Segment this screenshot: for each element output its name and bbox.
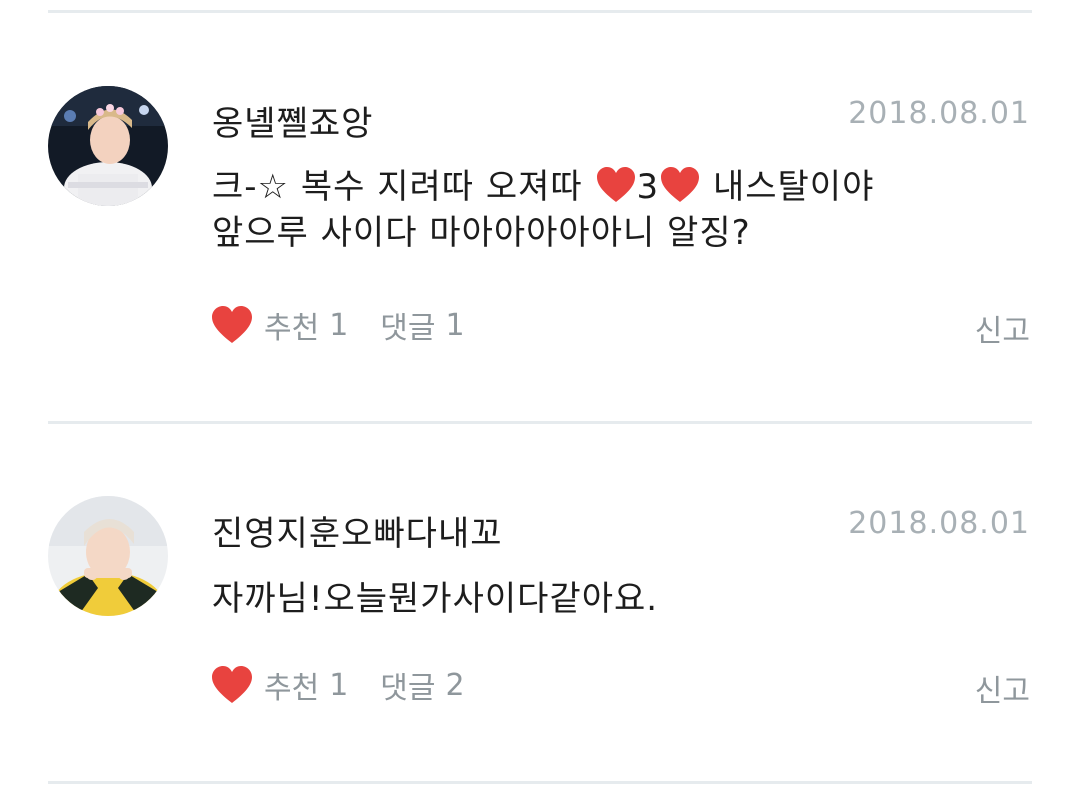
comment-body: 크-☆ 복수 지려따 오져따 3 내스탈이야 앞으루 사이다 마아아아아아니 알… [212, 164, 992, 256]
reply-label[interactable]: 댓글 [380, 303, 435, 347]
like-label[interactable]: 추천 [264, 663, 319, 707]
reply-label[interactable]: 댓글 [380, 663, 435, 707]
comment-author[interactable]: 옹녤쪨죠앙 [212, 96, 373, 145]
like-label[interactable]: 추천 [264, 303, 319, 347]
comment-body-line-1: 자까님!오늘뭔가사이다같아요. [212, 579, 659, 619]
heart-icon[interactable] [210, 665, 254, 705]
report-button[interactable]: 신고 [975, 306, 1030, 350]
avatar[interactable] [48, 86, 168, 206]
comment-author[interactable]: 진영지훈오빠다내꼬 [212, 506, 503, 555]
red-heart-icon [596, 167, 635, 202]
heart-icon[interactable] [210, 305, 254, 345]
avatar[interactable] [48, 496, 168, 616]
like-count: 1 [329, 307, 349, 343]
divider-bottom [48, 781, 1032, 784]
comment-body-line-1: 크-☆ 복수 지려따 오져따 3 내스탈이야 [212, 164, 992, 210]
comment-date: 2018.08.01 [848, 506, 1030, 541]
comment-body-text-a: 크-☆ 복수 지려따 오져따 [212, 167, 595, 207]
reply-count: 1 [445, 307, 465, 343]
comment-body-text-c: 내스탈이야 [701, 167, 875, 207]
comment-body-text-b: 3 [636, 167, 660, 207]
comment-actions: 추천 1 댓글 1 [210, 302, 465, 348]
reply-count: 2 [445, 667, 465, 703]
like-count: 1 [329, 667, 349, 703]
comment-body: 자까님!오늘뭔가사이다같아요. [212, 576, 992, 622]
divider-top [48, 10, 1032, 13]
comment-actions: 추천 1 댓글 2 [210, 662, 465, 708]
divider-middle [48, 421, 1032, 424]
comment-body-line-2: 앞으루 사이다 마아아아아아니 알징? [212, 213, 751, 253]
comment-date: 2018.08.01 [848, 96, 1030, 131]
red-heart-icon [661, 167, 700, 202]
report-button[interactable]: 신고 [975, 666, 1030, 710]
